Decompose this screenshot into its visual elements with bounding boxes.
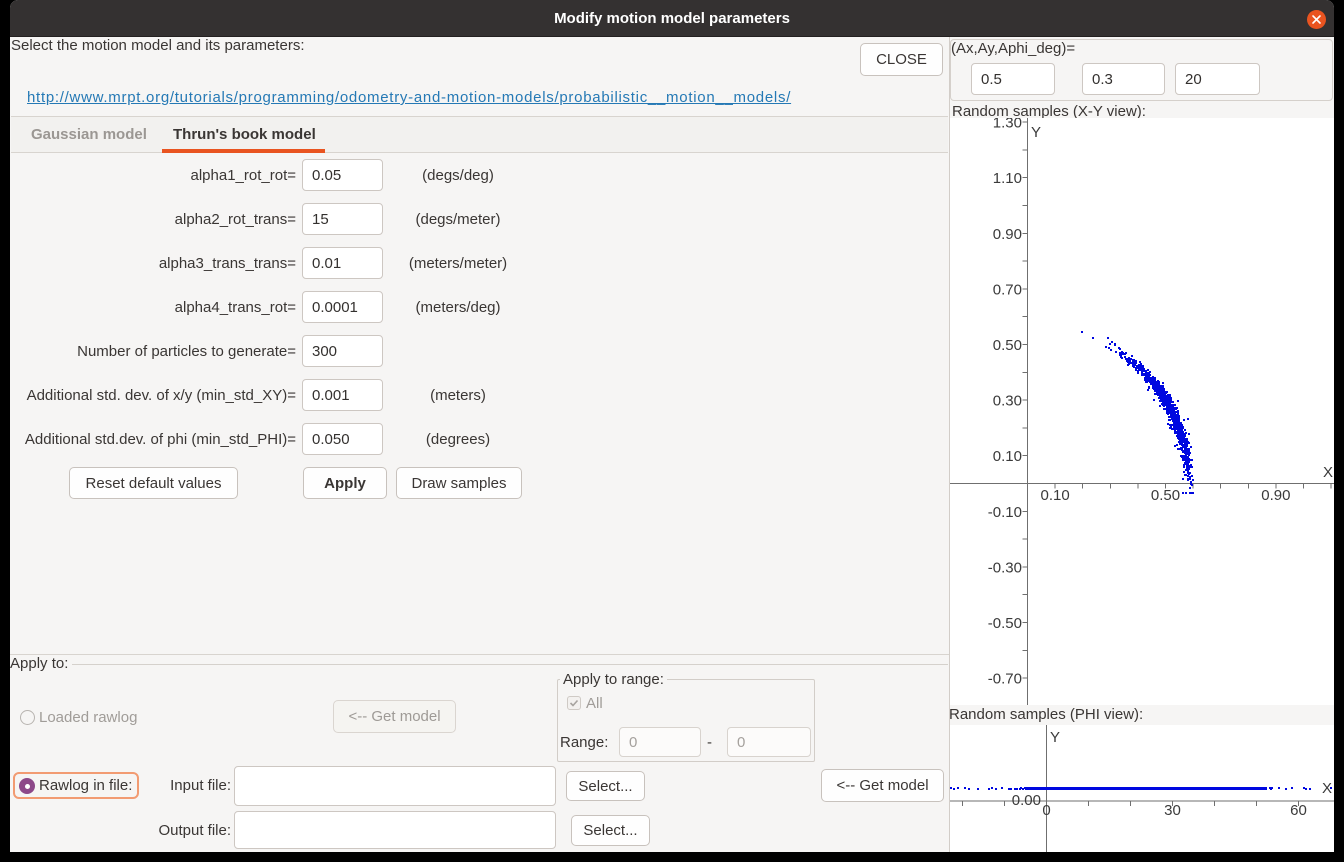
svg-text:0.10: 0.10 <box>993 448 1022 465</box>
svg-text:60: 60 <box>1290 802 1307 819</box>
svg-text:0.90: 0.90 <box>993 226 1022 243</box>
svg-text:30: 30 <box>1164 802 1181 819</box>
svg-text:0.50: 0.50 <box>993 337 1022 354</box>
svg-text:-0.30: -0.30 <box>988 559 1022 576</box>
svg-text:Y: Y <box>1031 124 1041 141</box>
svg-text:0.90: 0.90 <box>1261 487 1290 504</box>
svg-text:-0.50: -0.50 <box>988 615 1022 632</box>
svg-text:Y: Y <box>1050 729 1060 746</box>
svg-text:1.10: 1.10 <box>993 170 1022 187</box>
svg-text:-0.10: -0.10 <box>988 504 1022 521</box>
svg-text:0.50: 0.50 <box>1151 487 1180 504</box>
svg-text:0: 0 <box>1042 802 1050 819</box>
svg-text:-0.70: -0.70 <box>988 671 1022 688</box>
svg-text:0.10: 0.10 <box>1040 487 1069 504</box>
svg-text:1.30: 1.30 <box>993 118 1022 132</box>
svg-text:X: X <box>1323 464 1333 481</box>
svg-text:0.70: 0.70 <box>993 281 1022 298</box>
svg-text:0.30: 0.30 <box>993 393 1022 410</box>
svg-text:0.00: 0.00 <box>1012 792 1041 809</box>
